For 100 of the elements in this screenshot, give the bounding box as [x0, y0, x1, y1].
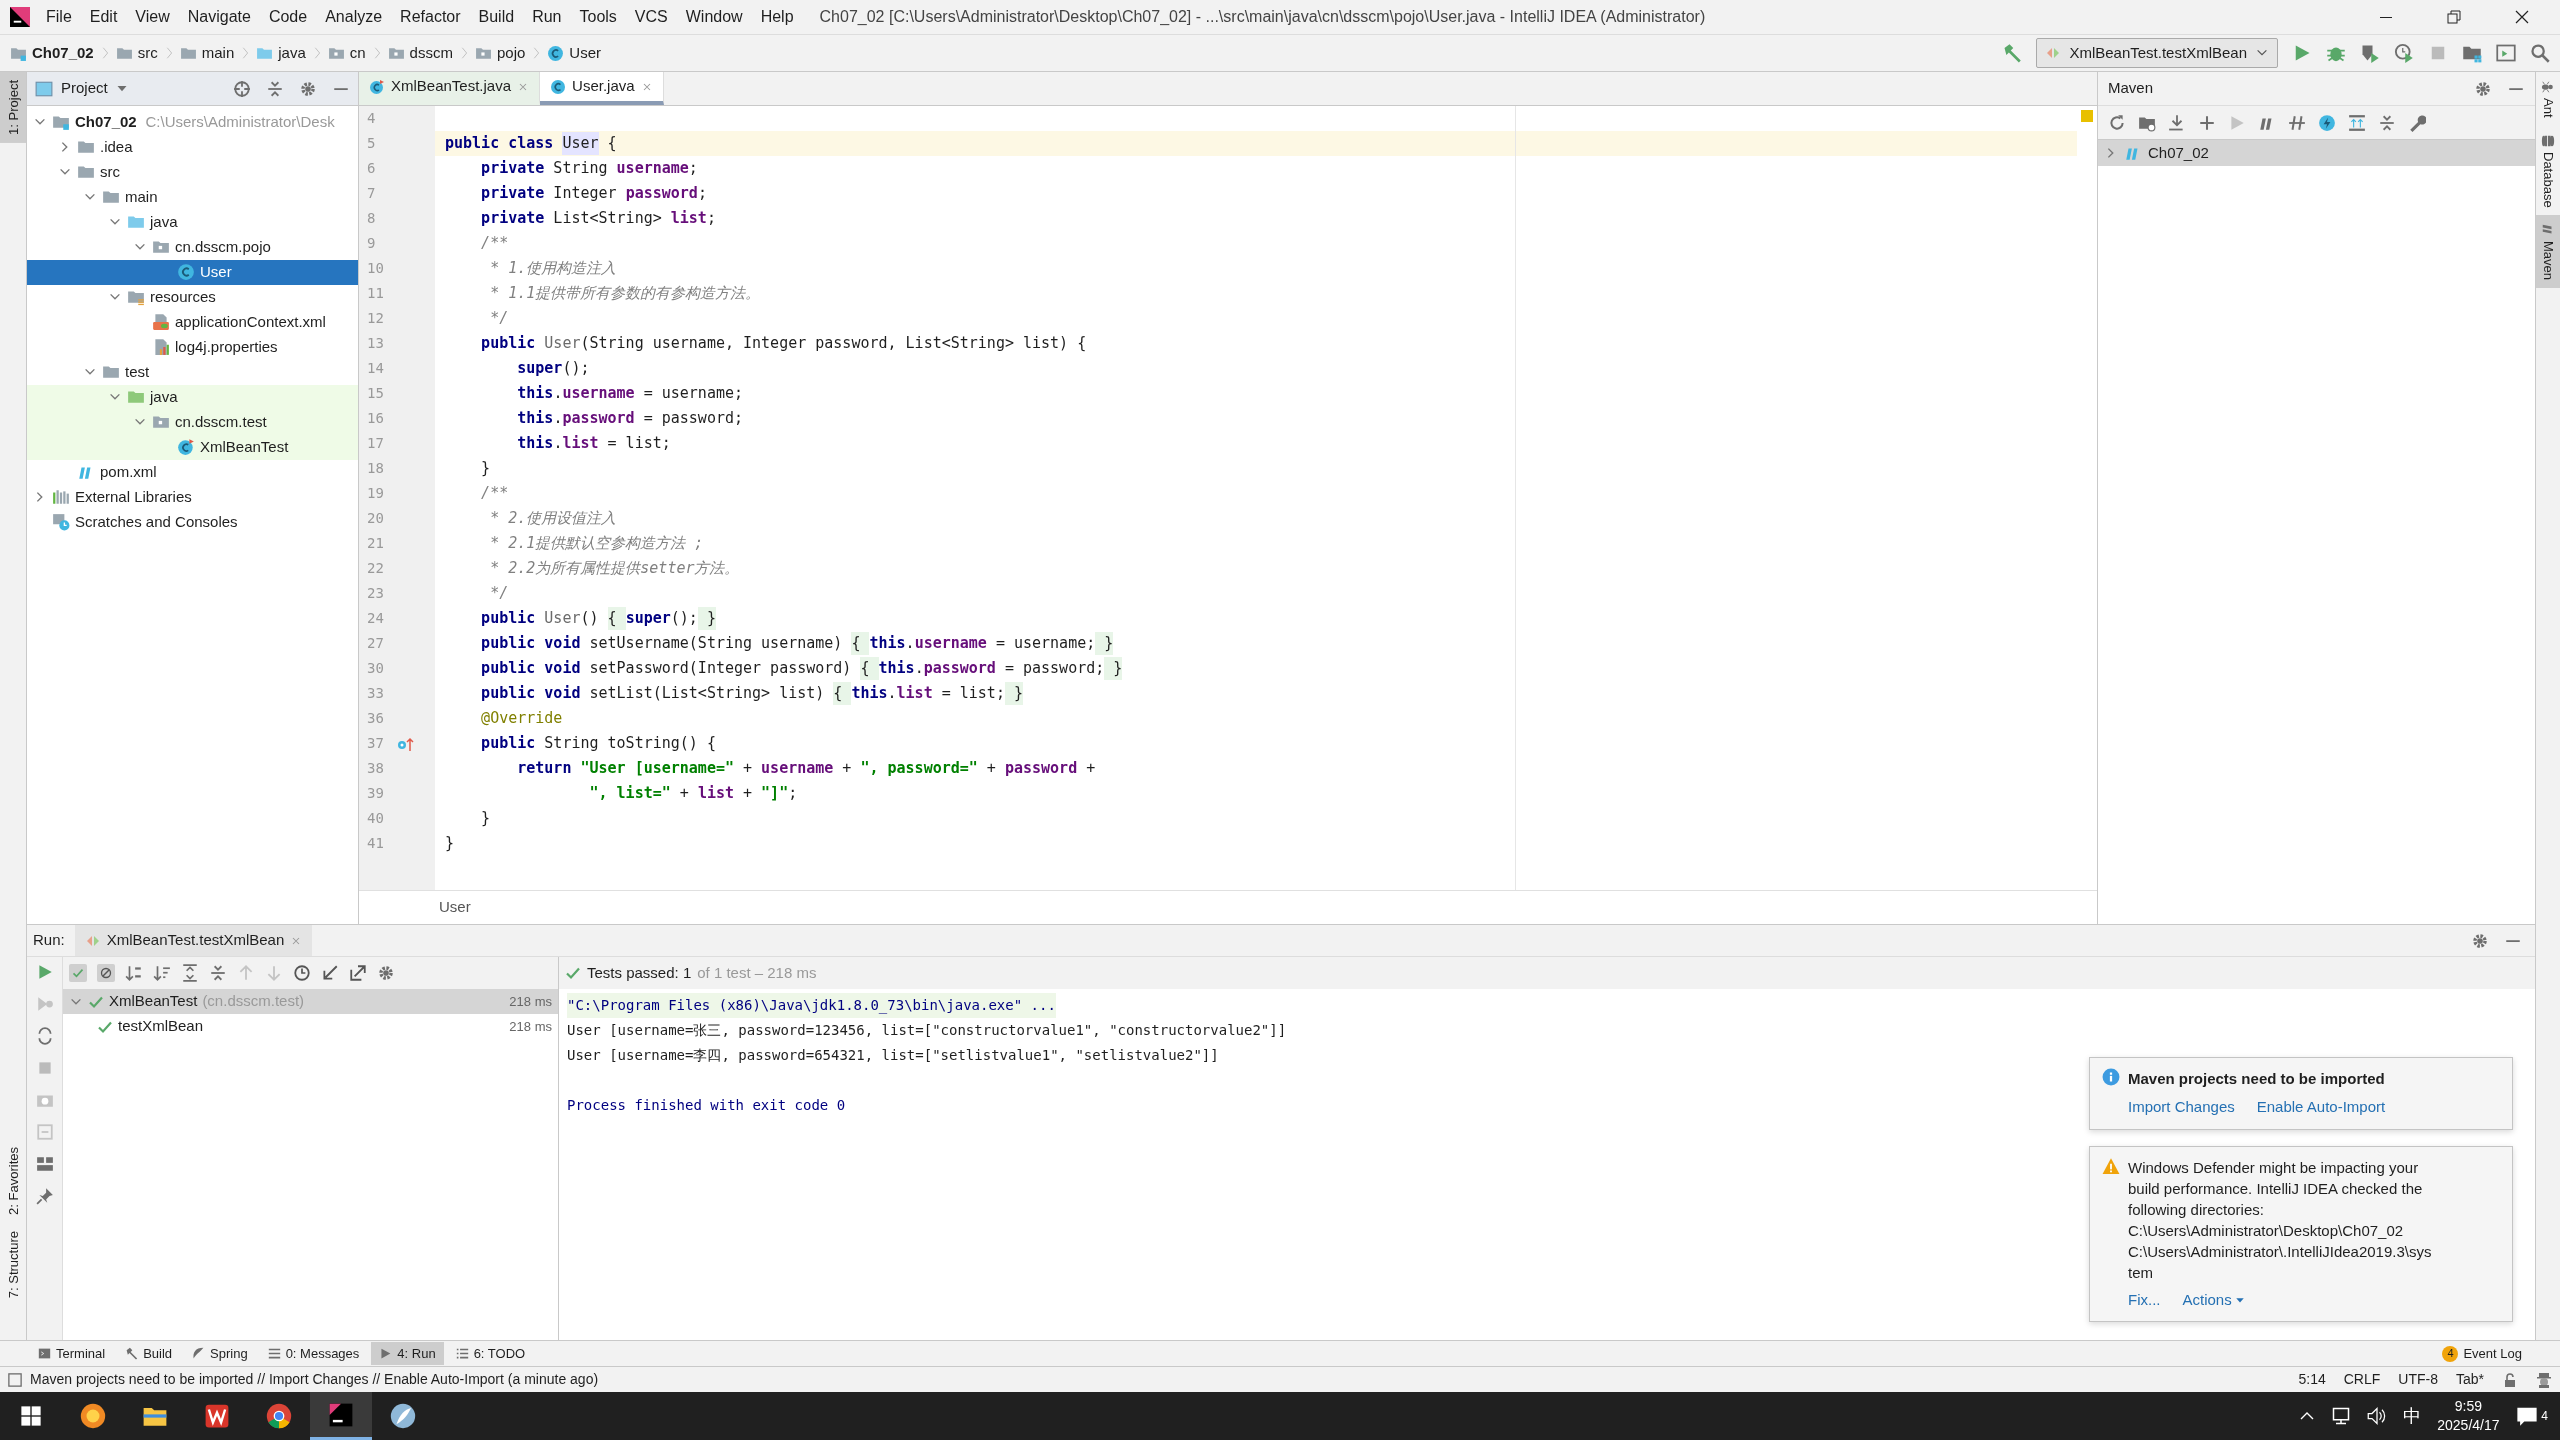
dependencies-icon[interactable] — [2348, 113, 2366, 132]
close-icon[interactable] — [2514, 9, 2530, 25]
tree-item[interactable]: cn.dsscm.test — [27, 409, 358, 435]
tree-item[interactable]: XmlBeanTest — [27, 434, 358, 460]
tree-item[interactable]: cn.dsscm.pojo — [27, 234, 358, 260]
browser-icon[interactable] — [266, 1403, 292, 1429]
sort-alpha-icon[interactable] — [125, 964, 143, 982]
tree-item[interactable]: applicationContext.xml — [27, 309, 358, 335]
tree-item[interactable]: Ch07_02 C:\Users\Administrator\Desk — [27, 109, 358, 135]
tree-item[interactable]: log4j.properties — [27, 334, 358, 360]
tool-window-tab[interactable]: 6: TODO — [447, 1341, 534, 1366]
status-field[interactable]: CRLF — [2343, 1369, 2381, 1390]
menu-item[interactable]: Run — [530, 5, 564, 29]
terminal-window-icon[interactable] — [2496, 43, 2516, 63]
tool-window-tab[interactable]: Maven — [2536, 215, 2560, 289]
tree-item[interactable]: Ch07_02 — [2098, 140, 2535, 166]
download-icon[interactable] — [2168, 113, 2186, 132]
menu-item[interactable]: Navigate — [185, 5, 253, 29]
locate-icon[interactable] — [233, 79, 251, 98]
feather-app-icon[interactable] — [390, 1403, 416, 1429]
warning-marker-icon[interactable] — [2081, 110, 2093, 122]
run-tab[interactable]: XmlBeanTest.testXmlBean — [74, 925, 313, 956]
status-field[interactable]: UTF-8 — [2398, 1369, 2438, 1390]
menu-item[interactable]: Refactor — [398, 5, 463, 29]
message-icon[interactable] — [8, 1372, 22, 1387]
menu-item[interactable]: Window — [683, 5, 745, 29]
windows-start-icon[interactable] — [20, 1405, 42, 1427]
profiler-icon[interactable] — [2394, 43, 2414, 63]
breadcrumb-item[interactable]: pojo — [474, 41, 526, 65]
sort-duration-icon[interactable] — [153, 964, 171, 982]
ide-icon[interactable] — [328, 1401, 354, 1428]
tool-window-tab[interactable]: 2: Favorites — [0, 1138, 26, 1223]
notification-link[interactable]: Import Changes — [2128, 1096, 2235, 1119]
tool-window-tab[interactable]: 7: Structure — [0, 1222, 26, 1307]
menu-item[interactable]: Edit — [87, 5, 120, 29]
settings-icon[interactable] — [299, 79, 317, 98]
toggle-offline-icon[interactable] — [2288, 113, 2306, 132]
expand-all-icon[interactable] — [181, 964, 199, 982]
wrench-icon[interactable] — [2408, 113, 2426, 132]
coverage-icon[interactable] — [2360, 43, 2380, 63]
tree-item[interactable]: java — [27, 384, 358, 410]
tree-item[interactable]: main — [27, 184, 358, 210]
tool-window-tab[interactable]: Ant — [2536, 72, 2560, 126]
search-icon[interactable] — [2530, 43, 2550, 63]
settings-icon[interactable] — [2470, 931, 2489, 950]
run-config-dropdown[interactable]: XmlBeanTest.testXmlBean — [2036, 37, 2278, 69]
tree-item[interactable]: src — [27, 159, 358, 185]
hammer-icon[interactable] — [2002, 43, 2023, 63]
menu-item[interactable]: Build — [476, 5, 517, 29]
import-icon[interactable] — [321, 964, 339, 982]
menu-item[interactable]: View — [133, 5, 172, 29]
editor-tab[interactable]: User.java — [540, 72, 664, 105]
tree-item[interactable]: java — [27, 209, 358, 235]
tree-item[interactable]: User — [27, 259, 358, 285]
test-tree-item[interactable]: testXmlBean 218 ms — [63, 1014, 558, 1039]
tool-window-tab[interactable]: Spring — [184, 1341, 256, 1366]
volume-icon[interactable] — [2367, 1406, 2388, 1426]
breadcrumb-item[interactable]: User — [547, 41, 601, 65]
reload-icon[interactable] — [2108, 113, 2126, 132]
menu-item[interactable]: Tools — [577, 5, 619, 29]
notification-link[interactable]: Fix... — [2128, 1288, 2161, 1311]
menu-item[interactable]: File — [44, 5, 74, 29]
breadcrumb-item[interactable]: Ch07_02 — [10, 41, 94, 65]
inspector-icon[interactable] — [2536, 1371, 2552, 1388]
tool-window-tab[interactable]: Database — [2536, 125, 2560, 216]
tree-item[interactable]: test — [27, 359, 358, 385]
tool-window-tab[interactable]: 4 Event Log — [2434, 1341, 2530, 1366]
breadcrumb-item[interactable]: src — [115, 41, 158, 65]
collapse-all-icon[interactable] — [266, 79, 284, 98]
notification-center-icon[interactable] — [2515, 1405, 2538, 1427]
menu-item[interactable]: Code — [266, 5, 310, 29]
breadcrumb-item[interactable]: main — [179, 41, 235, 65]
tool-window-tab[interactable]: 1: Project — [0, 72, 26, 143]
input-method-indicator[interactable]: 中 — [2403, 1402, 2422, 1430]
tool-window-tab[interactable]: Build — [117, 1341, 181, 1366]
restore-icon[interactable] — [2446, 9, 2462, 25]
skip-tests-icon[interactable] — [2318, 113, 2336, 132]
network-icon[interactable] — [2331, 1406, 2352, 1426]
layout-icon[interactable] — [35, 1155, 54, 1173]
show-ignored-icon[interactable] — [97, 964, 115, 982]
collapse-all-icon[interactable] — [209, 964, 227, 982]
status-field[interactable]: Tab* — [2455, 1369, 2484, 1390]
breadcrumb-item[interactable]: dsscm — [387, 41, 453, 65]
lock-icon[interactable] — [2502, 1371, 2518, 1388]
settings-icon[interactable] — [377, 964, 395, 982]
tree-item[interactable]: External Libraries — [27, 484, 358, 510]
breadcrumb-item[interactable]: cn — [327, 41, 366, 65]
plus-icon[interactable] — [2198, 113, 2216, 132]
collapse-all-icon[interactable] — [2378, 113, 2396, 132]
pin-icon[interactable] — [35, 1187, 54, 1205]
notification-link[interactable]: Actions — [2182, 1288, 2245, 1311]
document-app-icon[interactable] — [204, 1403, 230, 1429]
tool-window-tab[interactable]: Terminal — [30, 1341, 114, 1366]
breadcrumb-item[interactable]: java — [256, 41, 306, 65]
test-tree-item[interactable]: XmlBeanTest (cn.dsscm.test) 218 ms — [63, 989, 558, 1014]
notification-link[interactable]: Enable Auto-Import — [2256, 1096, 2386, 1119]
menu-item[interactable]: VCS — [632, 5, 670, 29]
tool-window-tab[interactable]: 0: Messages — [259, 1341, 368, 1366]
editor-tab[interactable]: XmlBeanTest.java — [359, 72, 541, 105]
menu-item[interactable]: Analyze — [323, 5, 385, 29]
